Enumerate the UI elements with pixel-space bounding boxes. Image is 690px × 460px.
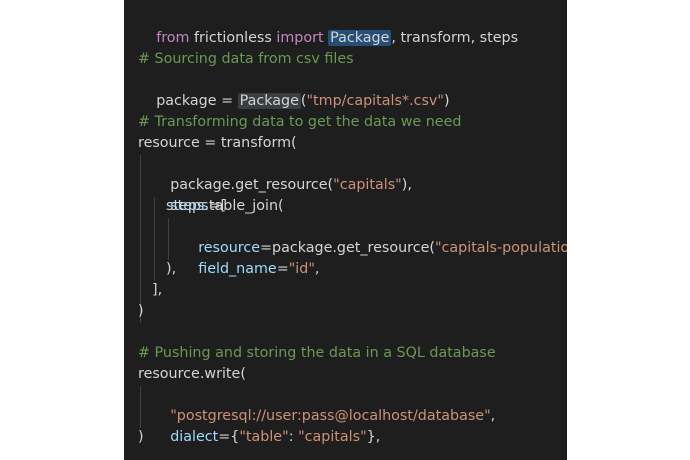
get-resource-close: ),	[401, 177, 412, 193]
dialect-colon: :	[288, 429, 299, 445]
code-line-db-url: "postgresql://user:pass@localhost/databa…	[152, 385, 495, 424]
code-line-package: package = Package ("tmp/capitals*.csv")	[138, 70, 450, 109]
string-id: "id"	[288, 261, 315, 277]
paren-close: )	[443, 93, 450, 109]
code-line-join-close: ),	[166, 261, 177, 277]
string-capitals-table: "capitals"	[298, 429, 367, 445]
selected-package: Package	[328, 30, 392, 46]
string-csv-path: "tmp/capitals*.csv"	[306, 93, 444, 109]
param-dialect: dialect	[170, 429, 219, 445]
string-capitals-population: "capitals-population"	[434, 240, 567, 256]
code-line-steps-close: ],	[152, 282, 163, 298]
comment-transforming: # Transforming data to get the data we n…	[138, 114, 462, 130]
field-name-eq: =	[276, 261, 289, 277]
comment-sourcing: # Sourcing data from csv files	[138, 51, 354, 67]
code-line-write: resource.write(	[138, 366, 246, 382]
db-url-comma: ,	[490, 408, 496, 424]
code-line-dialect: dialect={"table": "capitals"},	[152, 406, 380, 445]
code-editor[interactable]: from frictionless import Package, transf…	[124, 0, 567, 460]
indent-guide	[140, 386, 141, 428]
highlighted-package: Package	[237, 93, 301, 109]
code-line-resource-arg: resource=package.get_resource("capitals-…	[180, 217, 567, 256]
code-line-import: from frictionless import Package, transf…	[138, 7, 518, 46]
assign-package: package =	[156, 93, 238, 109]
dialect-close: },	[366, 429, 381, 445]
comment-pushing: # Pushing and storing the data in a SQL …	[138, 345, 496, 361]
field-name-comma: ,	[314, 261, 320, 277]
code-line-write-close: )	[138, 429, 144, 445]
keyword-import: import	[276, 30, 324, 46]
code-line-table-join: steps.table_join(	[166, 198, 284, 214]
code-line-transform: resource = transform(	[138, 135, 297, 151]
code-line-transform-close: )	[138, 303, 144, 319]
string-capitals: "capitals"	[333, 177, 402, 193]
import-rest: , transform, steps	[391, 30, 519, 46]
indent-guide	[168, 218, 169, 260]
dialect-open: ={	[218, 429, 240, 445]
indent-guide	[140, 155, 141, 323]
param-field-name: field_name	[198, 261, 277, 277]
string-table: "table"	[239, 429, 289, 445]
module-name: frictionless	[189, 30, 277, 46]
code-line-get-resource: package.get_resource("capitals"),	[152, 154, 412, 193]
keyword-from: from	[156, 30, 190, 46]
code-line-steps: steps=[	[152, 175, 226, 214]
code-line-field-name: field_name="id",	[180, 238, 319, 277]
